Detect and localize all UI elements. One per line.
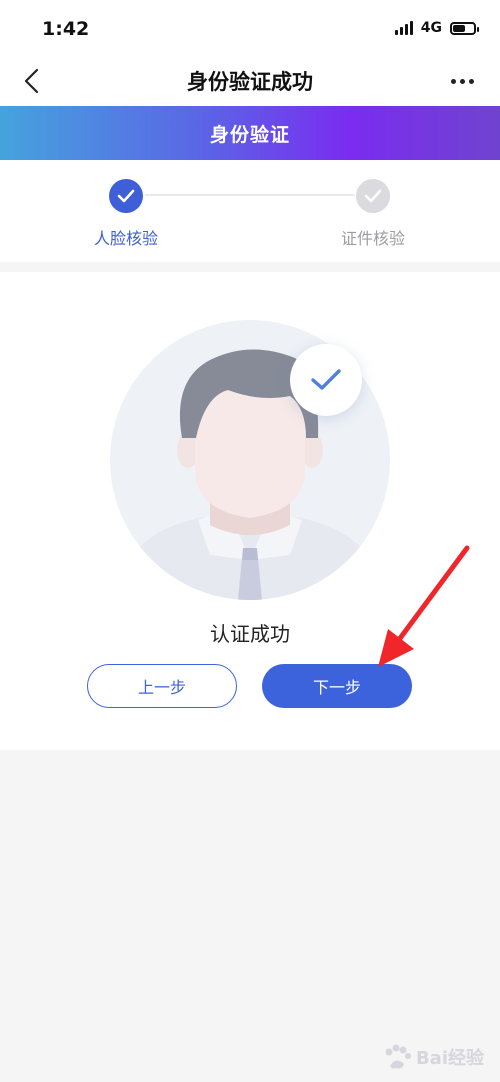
network-type: 4G bbox=[420, 20, 442, 36]
signal-icon bbox=[394, 21, 413, 35]
more-dot bbox=[468, 78, 474, 84]
step-id-verification: 证件核验 bbox=[303, 179, 443, 249]
page-title: 身份验证成功 bbox=[187, 70, 313, 94]
step-face-verification: 人脸核验 bbox=[56, 179, 196, 249]
battery-icon bbox=[450, 21, 479, 35]
more-dot bbox=[459, 78, 465, 84]
watermark-text: Bai经验 bbox=[415, 1048, 484, 1069]
step-label: 人脸核验 bbox=[93, 229, 158, 248]
paw-logo-icon bbox=[385, 1044, 411, 1069]
more-dot bbox=[450, 78, 456, 84]
step-done-check-icon bbox=[109, 179, 143, 213]
more-button[interactable] bbox=[446, 68, 478, 94]
check-icon bbox=[311, 369, 341, 390]
step-label: 证件核验 bbox=[340, 229, 405, 248]
watermark: Bai经验 bbox=[382, 1044, 484, 1070]
result-card: 认证成功 上一步 下一步 bbox=[0, 272, 500, 750]
status-time: 1:42 bbox=[42, 18, 90, 40]
annotation-arrow-icon bbox=[378, 545, 470, 667]
nav-bar: 身份验证成功 bbox=[0, 56, 500, 106]
banner-title: 身份验证 bbox=[209, 123, 290, 146]
step-pending-check-icon bbox=[356, 179, 390, 213]
section-banner: 身份验证 bbox=[0, 106, 500, 160]
status-bar: 1:42 4G bbox=[0, 0, 500, 56]
success-check-badge bbox=[290, 344, 362, 416]
status-indicators: 4G bbox=[394, 20, 479, 36]
previous-step-button[interactable]: 上一步 bbox=[87, 664, 237, 708]
next-step-button[interactable]: 下一步 bbox=[262, 664, 412, 708]
verification-steps: 人脸核验 证件核验 bbox=[0, 160, 500, 262]
